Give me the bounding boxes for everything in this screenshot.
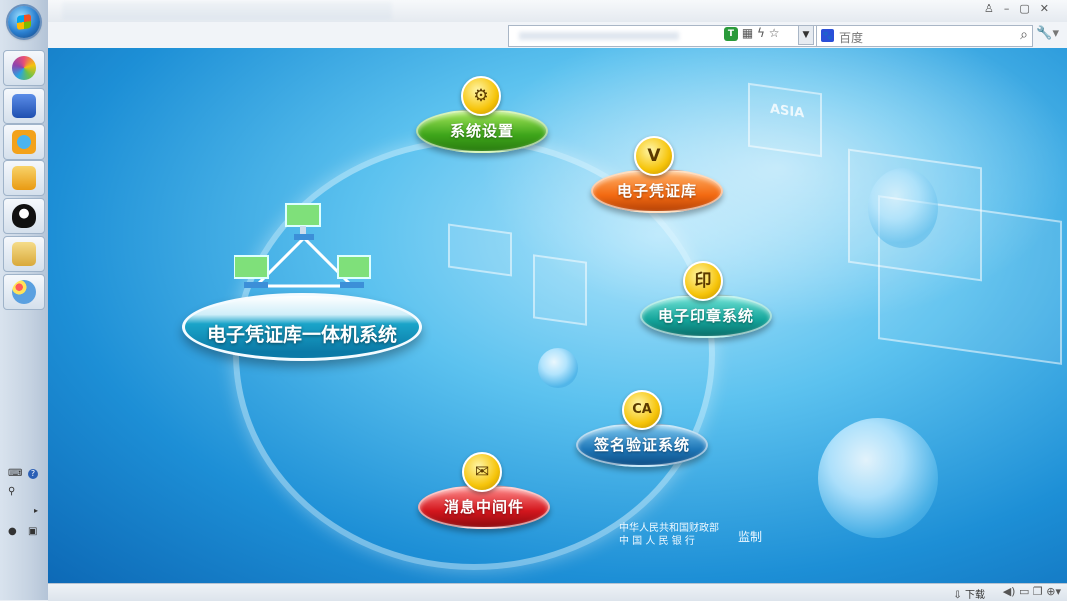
blurred-url [519, 32, 679, 40]
credit-suffix: 监制 [738, 530, 763, 544]
help-icon[interactable]: ? [28, 469, 38, 479]
address-bar: T ▦ ϟ ☆ ▼ 🐾 百度 ⌕ 🔧▾ [48, 22, 1067, 49]
credit-ministry: 中华人民共和国财政部 [619, 523, 719, 534]
main-system-title-text: 电子凭证库一体机系统 [206, 324, 397, 346]
mail-icon [12, 166, 36, 190]
skin-icon[interactable]: ♙ [984, 2, 1004, 15]
favorite-star-icon[interactable]: ☆ [769, 26, 780, 40]
envelope-icon[interactable]: ✉ [462, 452, 502, 492]
system-tray: ⌨ ? ⚲ ▸ ● ▣ [0, 440, 48, 600]
taskbar: ⌨ ? ⚲ ▸ ● ▣ [0, 0, 49, 600]
taskbar-item-folder[interactable] [3, 236, 45, 272]
seal-icon[interactable]: 印 [683, 261, 723, 301]
download-label: 下载 [965, 590, 985, 601]
bg-globe [868, 168, 938, 248]
lightning-icon[interactable]: ϟ [757, 26, 765, 40]
bg-panel [448, 223, 512, 277]
taskbar-item-mail[interactable] [3, 160, 45, 196]
page-icon[interactable]: ▭ [1019, 585, 1029, 598]
window-controls: ♙–▢✕ [984, 2, 1059, 15]
main-system-title: 电子凭证库一体机系统 [182, 293, 422, 361]
taskbar-item-browser[interactable] [3, 124, 45, 160]
download-button[interactable]: ⇩ 下载 [953, 586, 985, 601]
security-shield-icon[interactable]: T [724, 26, 738, 41]
maximize-button[interactable]: ▢ [1019, 2, 1039, 15]
taskbar-item-pinwheel[interactable] [3, 50, 45, 86]
title-bar: ♙–▢✕ [48, 0, 1067, 22]
browser-icon [12, 130, 36, 154]
usb-icon[interactable]: ⚲ [8, 486, 15, 497]
signature-verification-label: 签名验证系统 [593, 436, 690, 454]
search-input[interactable]: 百度 [839, 29, 863, 46]
address-actions: T ▦ ϟ ☆ [724, 26, 780, 41]
copy-icon[interactable]: ❐ [1033, 585, 1043, 598]
bg-globe [818, 418, 938, 538]
palette-icon [12, 280, 36, 304]
network-icon[interactable]: ▣ [28, 526, 37, 537]
main-content: ASIA 电子凭证库一体机系统 系统设置 ⚙ 电子凭证库 V 电子印章系统 印 … [48, 48, 1067, 583]
shield-icon[interactable]: V [634, 136, 674, 176]
taskbar-item-computer[interactable] [3, 88, 45, 124]
download-icon: ⇩ [953, 590, 962, 601]
network-diagram-icon [234, 203, 371, 288]
status-icons: ◀) ▭ ❐ ⊕▾ [1003, 585, 1061, 598]
gear-icon[interactable]: ⚙ [461, 76, 501, 116]
taskbar-item-paint[interactable] [3, 274, 45, 310]
tools-wrench-icon[interactable]: 🔧▾ [1036, 26, 1059, 41]
blurred-tab[interactable] [62, 2, 392, 20]
speaker-icon[interactable]: ◀) [1003, 585, 1016, 598]
credit-bank: 中 国 人 民 银 行 [619, 536, 695, 547]
close-button[interactable]: ✕ [1040, 2, 1059, 15]
system-settings-label: 系统设置 [449, 122, 514, 140]
expand-tray-icon[interactable]: ▸ [34, 506, 38, 515]
bg-panel [748, 82, 822, 158]
bg-panel [533, 254, 587, 326]
computer-icon [12, 94, 36, 118]
start-button[interactable] [8, 6, 40, 38]
bg-globe [538, 348, 578, 388]
supervision-credits: 中华人民共和国财政部 中 国 人 民 银 行 [619, 522, 719, 548]
baidu-paw-icon: 🐾 [821, 29, 834, 42]
qq-tray-icon[interactable]: ● [8, 526, 17, 537]
folder-icon [12, 242, 36, 266]
search-icon[interactable]: ⌕ [1020, 27, 1028, 43]
url-dropdown-button[interactable]: ▼ [798, 25, 814, 45]
keyboard-icon[interactable]: ⌨ [8, 468, 22, 479]
e-voucher-library-label: 电子凭证库 [616, 182, 697, 200]
taskbar-item-qq[interactable] [3, 198, 45, 234]
e-seal-system-label: 电子印章系统 [657, 307, 754, 325]
pinwheel-app-icon [12, 56, 36, 80]
status-bar: ⇩ 下载 ◀) ▭ ❐ ⊕▾ [48, 583, 1067, 601]
qrcode-icon[interactable]: ▦ [742, 26, 753, 40]
message-middleware-label: 消息中间件 [443, 498, 524, 516]
qq-penguin-icon [12, 204, 36, 228]
ca-certificate-icon[interactable]: CA [622, 390, 662, 430]
minimize-button[interactable]: – [1004, 2, 1020, 15]
zoom-icon[interactable]: ⊕▾ [1046, 585, 1061, 598]
search-box[interactable]: 🐾 百度 ⌕ [816, 25, 1033, 47]
